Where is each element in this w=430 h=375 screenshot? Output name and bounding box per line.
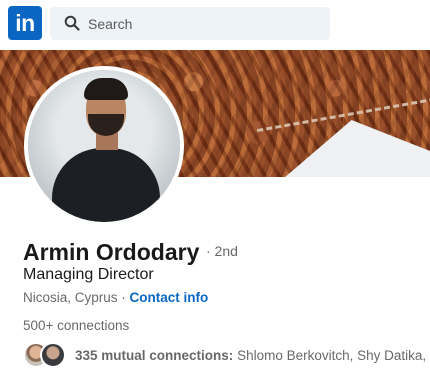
linkedin-logo[interactable]: in bbox=[8, 6, 42, 40]
mutual-connections-text: 335 mutual connections: Shlomo Berkovitc… bbox=[75, 348, 430, 363]
profile-location-line: Nicosia, Cyprus · Contact info bbox=[23, 290, 208, 305]
search-icon bbox=[64, 15, 80, 31]
profile-name: Armin Ordodary bbox=[23, 239, 200, 265]
profile-headline: Managing Director bbox=[23, 266, 154, 283]
connection-degree-badge: · 2nd bbox=[206, 243, 238, 259]
profile-photo-hair bbox=[84, 78, 128, 100]
contact-info-link[interactable]: Contact info bbox=[130, 290, 209, 305]
profile-location: Nicosia, Cyprus · bbox=[23, 290, 126, 305]
top-navigation-bar: in bbox=[0, 0, 430, 50]
connections-count[interactable]: 500+ connections bbox=[23, 318, 129, 333]
mutual-connection-avatar bbox=[40, 342, 66, 368]
mutual-connections-count: 335 mutual connections: bbox=[75, 348, 234, 363]
search-input[interactable] bbox=[88, 7, 318, 40]
search-bar[interactable] bbox=[50, 7, 330, 40]
mutual-connections-names: Shlomo Berkovitch, Shy Datika, a bbox=[237, 348, 430, 363]
profile-photo[interactable] bbox=[24, 66, 184, 226]
mutual-connections[interactable]: 335 mutual connections: Shlomo Berkovitc… bbox=[23, 342, 430, 370]
